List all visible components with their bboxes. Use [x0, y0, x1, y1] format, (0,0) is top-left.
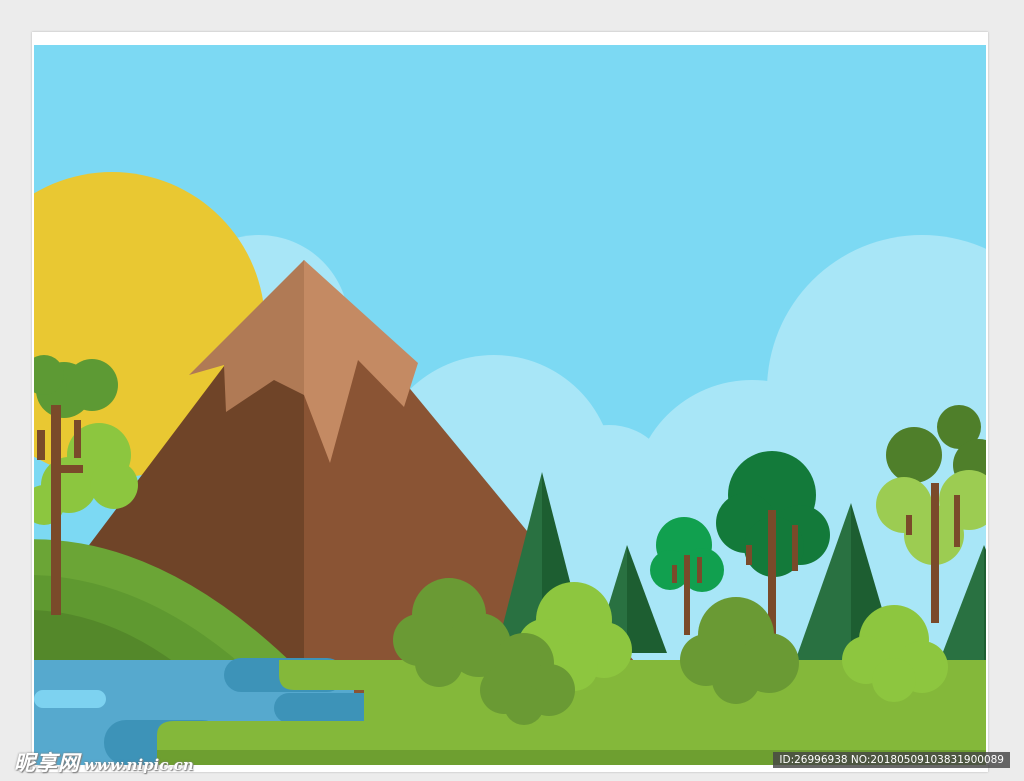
- watermark-logo: 昵享网 www.nipic.cn: [14, 748, 194, 778]
- watermark-bottom-strip: [620, 774, 1010, 781]
- watermark-url: www.nipic.cn: [84, 756, 194, 774]
- watermark-brand: 昵享网: [14, 750, 80, 775]
- landscape-illustration: [34, 45, 986, 765]
- watermark-id: ID:26996938 NO:20180509103831900089: [773, 752, 1010, 768]
